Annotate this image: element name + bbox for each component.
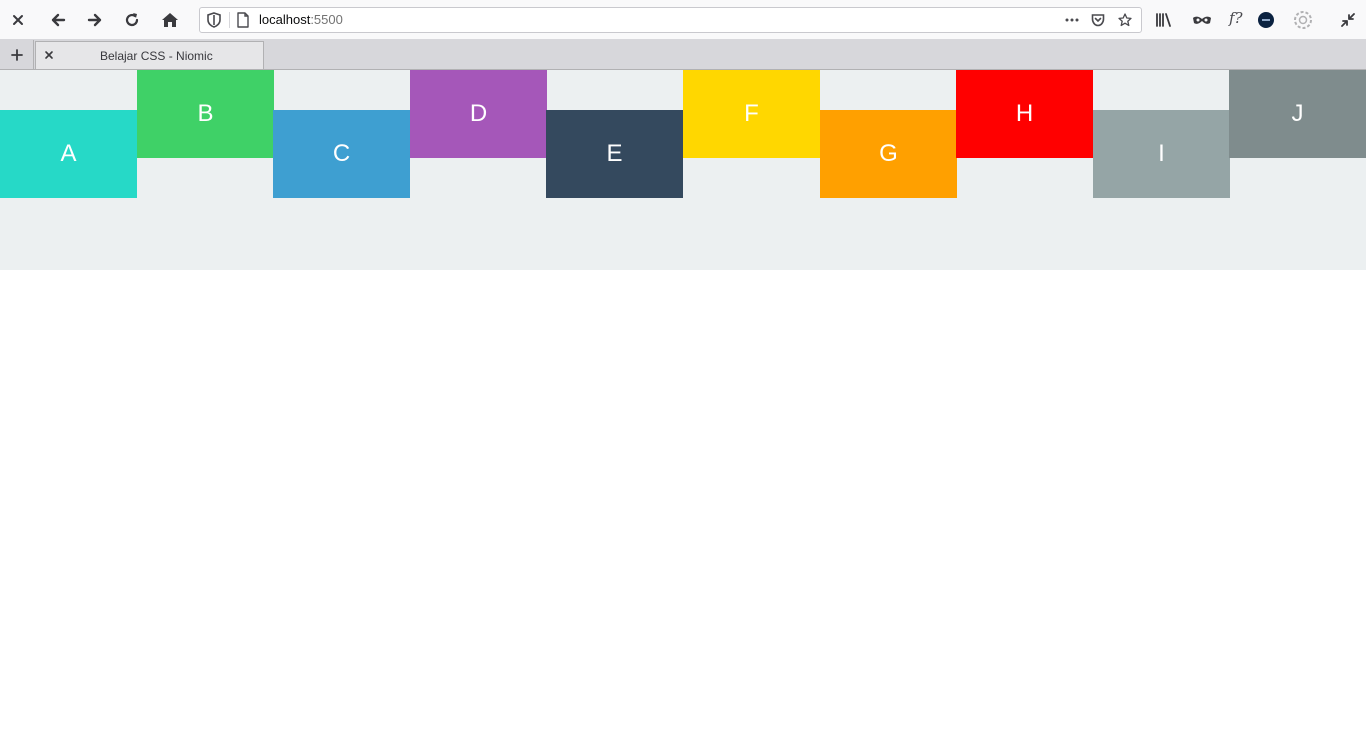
tab-belajar-css[interactable]: Belajar CSS - Niomic [35,41,264,69]
tab-title: Belajar CSS - Niomic [100,49,213,63]
url-text[interactable]: localhost:5500 [259,12,343,28]
pocket-icon[interactable] [1088,11,1108,29]
shield-icon[interactable] [207,12,221,33]
forward-button[interactable] [81,6,109,34]
url-host: localhost [259,12,311,27]
new-tab-button[interactable] [0,40,34,69]
fx-label[interactable]: f? [1229,9,1243,27]
flex-container: A B C D E F G H I J [0,70,1366,270]
home-icon [162,13,178,27]
arrow-right-icon [87,13,102,27]
arrow-left-icon [51,13,66,27]
box-a: A [0,110,137,198]
avatar-icon[interactable] [1258,12,1274,28]
box-d: D [410,70,547,158]
back-button[interactable] [44,6,72,34]
page-viewport: A B C D E F G H I J [0,70,1366,738]
page-icon[interactable] [236,12,250,33]
box-f: F [683,70,820,158]
url-separator [229,12,230,28]
mask-icon[interactable] [1188,6,1216,34]
reload-button[interactable] [118,6,146,34]
browser-toolbar: localhost:5500 f? [0,0,1366,40]
star-icon[interactable] [1115,11,1135,29]
plus-icon [10,48,23,61]
gear-icon[interactable] [1289,6,1317,34]
url-bar[interactable]: localhost:5500 [199,7,1142,33]
library-icon[interactable] [1150,6,1178,34]
collapse-icon[interactable] [1334,6,1362,34]
box-c: C [273,110,410,198]
box-j: J [1229,70,1366,158]
home-button[interactable] [156,6,184,34]
more-horizontal-icon[interactable] [1062,11,1082,29]
box-i: I [1093,110,1230,198]
close-icon[interactable] [4,6,32,34]
url-port: :5500 [310,12,343,27]
box-h: H [956,70,1093,158]
reload-icon [125,13,139,27]
box-g: G [820,110,957,198]
box-e: E [546,110,683,198]
box-b: B [137,70,274,158]
tab-strip: Belajar CSS - Niomic [0,40,1366,70]
close-tab-icon[interactable] [41,47,57,63]
